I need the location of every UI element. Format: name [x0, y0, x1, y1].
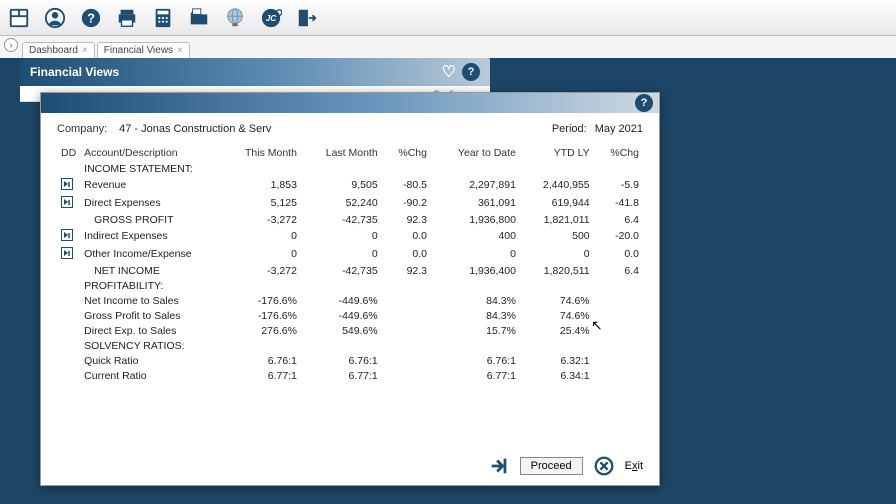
- row-label: Current Ratio: [80, 368, 220, 383]
- col-last-month: Last Month: [301, 145, 382, 161]
- proceed-button[interactable]: Proceed: [520, 457, 583, 475]
- globe-icon[interactable]: [220, 3, 250, 33]
- table-row: Other Income/Expense000.0000.0: [57, 245, 643, 263]
- help-icon[interactable]: ?: [462, 63, 480, 81]
- row-label: Other Income/Expense: [80, 245, 220, 263]
- calculator-icon[interactable]: [148, 3, 178, 33]
- proceed-arrow-icon[interactable]: [488, 455, 510, 477]
- table-row: Net Income to Sales-176.6%-449.6%84.3%74…: [57, 293, 643, 308]
- folder-icon[interactable]: [184, 3, 214, 33]
- help-icon[interactable]: ?: [76, 3, 106, 33]
- exit-button[interactable]: Exit: [625, 460, 643, 472]
- section-income: INCOME STATEMENT:: [80, 161, 643, 176]
- report-footer: Proceed Exit: [488, 455, 643, 477]
- drilldown-icon[interactable]: [61, 232, 73, 244]
- close-icon[interactable]: ×: [82, 45, 88, 56]
- row-label: Revenue: [80, 176, 220, 194]
- row-label: Net Income to Sales: [80, 293, 220, 308]
- row-label: NET INCOME: [80, 263, 220, 278]
- col-chg: %Chg: [382, 145, 431, 161]
- col-dd: DD: [57, 145, 80, 161]
- table-row: GROSS PROFIT-3,272-42,73592.31,936,8001,…: [57, 212, 643, 227]
- jc-refresh-icon[interactable]: JC: [256, 3, 286, 33]
- tab-dashboard[interactable]: Dashboard ×: [22, 42, 95, 58]
- tabs-bar: › Dashboard × Financial Views ×: [0, 36, 896, 58]
- table-row: Indirect Expenses000.0400500-20.0: [57, 227, 643, 245]
- exit-app-icon[interactable]: [292, 3, 322, 33]
- row-label: Direct Expenses: [80, 194, 220, 212]
- panel-title: Financial Views: [30, 65, 119, 79]
- report-titlebar: ?: [41, 93, 659, 113]
- table-row: NET INCOME-3,272-42,73592.31,936,4001,82…: [57, 263, 643, 278]
- panel-header: Financial Views ♡ ?: [20, 58, 490, 86]
- company-label: Company:: [57, 123, 107, 135]
- table-row: Quick Ratio6.76:16.76:16.76:16.32:1: [57, 353, 643, 368]
- drilldown-icon[interactable]: [61, 181, 73, 193]
- drilldown-icon[interactable]: [61, 250, 73, 262]
- row-label: Indirect Expenses: [80, 227, 220, 245]
- panel-expander-icon[interactable]: ›: [4, 38, 18, 52]
- table-row: Revenue1,8539,505-80.52,297,8912,440,955…: [57, 176, 643, 194]
- app-toolbar: ? JC: [0, 0, 896, 36]
- table-row: Gross Profit to Sales-176.6%-449.6%84.3%…: [57, 308, 643, 323]
- svg-text:JC: JC: [266, 13, 278, 22]
- row-label: Quick Ratio: [80, 353, 220, 368]
- print-icon[interactable]: [112, 3, 142, 33]
- user-icon[interactable]: [40, 3, 70, 33]
- table-row: Direct Exp. to Sales276.6%549.6%15.7%25.…: [57, 323, 643, 338]
- financial-table: DD Account/Description This Month Last M…: [57, 145, 643, 383]
- col-ytd: Year to Date: [431, 145, 520, 161]
- section-solvency: SOLVENCY RATIOS:: [80, 338, 643, 353]
- help-icon[interactable]: ?: [635, 94, 653, 112]
- section-profitability: PROFITABILITY:: [80, 278, 643, 293]
- col-acct: Account/Description: [80, 145, 220, 161]
- report-window: ? Company: 47 - Jonas Construction & Ser…: [40, 92, 660, 486]
- tab-label: Dashboard: [29, 45, 78, 56]
- cancel-icon[interactable]: [593, 455, 615, 477]
- table-row: Direct Expenses5,12552,240-90.2361,09161…: [57, 194, 643, 212]
- col-chg2: %Chg: [594, 145, 643, 161]
- table-row: Current Ratio6.77:16.77:16.77:16.34:1: [57, 368, 643, 383]
- svg-text:?: ?: [87, 10, 95, 25]
- row-label: GROSS PROFIT: [80, 212, 220, 227]
- period-value: May 2021: [595, 123, 643, 135]
- tab-financial-views[interactable]: Financial Views ×: [97, 42, 190, 58]
- row-label: Gross Profit to Sales: [80, 308, 220, 323]
- col-ytdly: YTD LY: [520, 145, 594, 161]
- period-label: Period:: [552, 123, 587, 135]
- company-value: 47 - Jonas Construction & Serv: [119, 123, 271, 135]
- row-label: Direct Exp. to Sales: [80, 323, 220, 338]
- close-icon[interactable]: ×: [177, 45, 183, 56]
- drilldown-icon[interactable]: [61, 199, 73, 211]
- tab-label: Financial Views: [104, 45, 173, 56]
- dashboard-icon[interactable]: [4, 3, 34, 33]
- col-this-month: This Month: [220, 145, 301, 161]
- favorite-icon[interactable]: ♡: [442, 62, 456, 82]
